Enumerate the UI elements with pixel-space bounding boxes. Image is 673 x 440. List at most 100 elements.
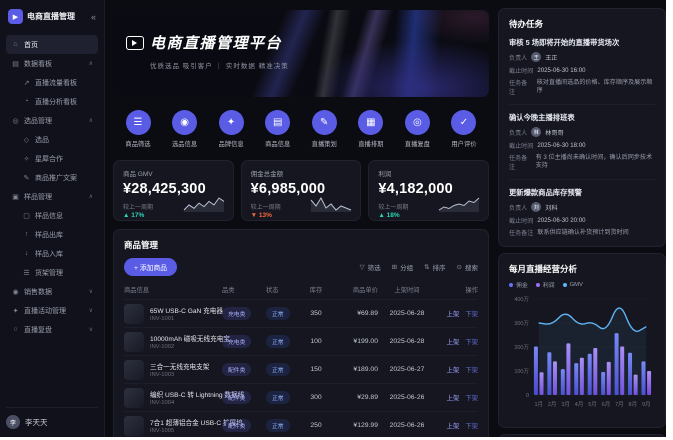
note-label: 任务备注: [509, 153, 532, 171]
sidebar-item-activity[interactable]: ✦直播活动管理∨: [6, 301, 98, 320]
quick-action-replay[interactable]: ◎直播复盘: [395, 110, 439, 148]
quick-action-brand[interactable]: ✦品牌信息: [209, 110, 253, 148]
task-note-row: 任务备注有 3 位主播尚未确认时间，确认后同步技术支持: [509, 153, 655, 171]
shelf-off-link[interactable]: 下架: [465, 367, 478, 374]
sidebar-item-home[interactable]: ⌂首页: [6, 35, 98, 54]
sidebar-item-shelf[interactable]: ☰ 货架管理: [6, 263, 98, 282]
shelf-icon: ☰: [22, 269, 31, 277]
clock-icon: ◔: [22, 98, 31, 105]
kpi-sparkline: [182, 195, 226, 213]
product-name-block: 三合一无线充电支架INV-1003: [150, 361, 209, 379]
status-cell: 正常: [266, 307, 302, 320]
stock-cell: 350: [302, 310, 330, 317]
shelf-off-link[interactable]: 下架: [465, 339, 478, 346]
toolbar-search-button[interactable]: ⊙搜索: [457, 262, 478, 272]
quick-action-plan[interactable]: ✎直播策划: [302, 110, 346, 148]
owner-label: 负责人: [509, 203, 527, 212]
legend-dot: [509, 283, 513, 287]
quick-action-schedule[interactable]: ▦直播排期: [349, 110, 393, 148]
task-title: 更新爆款商品库存预警: [509, 188, 655, 198]
note-value: 核对直播间选品的价格、库存顺序及展示顺序: [537, 79, 655, 94]
svg-text:7月: 7月: [615, 401, 624, 408]
svg-text:6月: 6月: [602, 401, 611, 408]
shelf-off-link[interactable]: 下架: [465, 423, 478, 430]
partner-icon: ✧: [22, 155, 31, 163]
quick-action-label: 直播复盘: [395, 139, 439, 148]
sidebar-item-select[interactable]: ◎选品管理∧: [6, 111, 98, 130]
category-badge: 充电类: [222, 335, 251, 348]
quick-action-product[interactable]: ▤商品信息: [256, 110, 300, 148]
sidebar-item-label: 选品管理: [24, 116, 52, 126]
sidebar-item-clock[interactable]: ◔直播分析看板: [6, 92, 98, 111]
monthly-chart: 0100万200万300万400万1月2月3月4月5月6月7月8月9月: [509, 291, 655, 413]
collapse-sidebar-button[interactable]: «: [91, 12, 96, 22]
kpi-change: ▲ 17%: [123, 212, 224, 219]
sidebar-item-replay[interactable]: ○直播复盘∨: [6, 320, 98, 339]
toolbar-filter-button[interactable]: ▽筛选: [360, 262, 381, 272]
qa-select-icon: ◉: [172, 110, 197, 135]
add-product-button[interactable]: + 添加商品: [124, 258, 177, 276]
product-name: 三合一无线充电支架: [150, 361, 209, 371]
deadline-value: 2025-06-30 20:00: [537, 217, 585, 224]
owner-label: 负责人: [509, 128, 527, 137]
sidebar-item-out[interactable]: ↑样品出库: [6, 225, 98, 244]
sidebar-item-label: 商品推广文案: [35, 173, 77, 183]
product-name: 10000mAh 磁吸无线充电宝: [150, 333, 230, 343]
quick-action-select[interactable]: ◉选品信息: [163, 110, 207, 148]
kpi-cards: 商品 GMV¥28,425,300较上一周期▲ 17%佣金总金额¥6,985,0…: [113, 160, 489, 221]
app-window: ▶ 电商直播管理 « ⌂首页▤数据看板∧↗直播流量看板◔直播分析看板◎选品管理∧…: [0, 0, 666, 437]
shelf-on-link[interactable]: 上架: [446, 423, 459, 430]
sidebar-item-trend[interactable]: ↗直播流量看板: [6, 73, 98, 92]
status-cell: 正常: [266, 363, 302, 376]
toolbar-sort-button[interactable]: ⇅排序: [424, 262, 445, 272]
product-thumbnail: [124, 304, 144, 324]
note-value: 联系供应链确认补货预计到货时间: [537, 229, 628, 237]
product-thumbnail: [124, 332, 144, 352]
quick-action-review[interactable]: ✓用户评价: [442, 110, 486, 148]
filter-icon: ▽: [360, 263, 365, 271]
shelf-on-link[interactable]: 上架: [446, 311, 459, 318]
kpi-card: 商品 GMV¥28,425,300较上一周期▲ 17%: [113, 160, 234, 221]
sales-icon: ◉: [11, 288, 20, 296]
sidebar-item-tag[interactable]: ◇选品: [6, 130, 98, 149]
sidebar-item-dashboard[interactable]: ▤数据看板∧: [6, 54, 98, 73]
shelf-off-link[interactable]: 下架: [465, 311, 478, 318]
tag-icon: ◇: [22, 136, 31, 144]
status-badge: 正常: [266, 391, 290, 404]
stock-cell: 250: [302, 422, 330, 429]
chevron-down-icon: ∨: [89, 288, 93, 295]
banner-subtitle: 优质选品 吸引客户 ｜ 实时数据 精准决策: [150, 60, 489, 70]
shelf-off-link[interactable]: 下架: [465, 395, 478, 402]
sidebar-item-label: 样品管理: [24, 192, 52, 202]
category-cell: 充电类: [222, 307, 266, 320]
table-row: 编织 USB-C 转 Lightning 数据线INV-1004配件类正常300…: [124, 383, 478, 411]
sidebar-item-sales[interactable]: ◉销售数据∨: [6, 282, 98, 301]
sidebar-item-label: 货架管理: [35, 268, 63, 278]
category-cell: 配件类: [222, 391, 266, 404]
task-title: 确认今晚主播排班表: [509, 113, 655, 123]
sidebar-item-label: 直播复盘: [24, 325, 52, 335]
column-header: 品类: [222, 285, 266, 294]
product-cell: 三合一无线充电支架INV-1003: [124, 360, 222, 380]
toolbar-group-button[interactable]: ⊞分组: [392, 262, 413, 272]
user-name: 李天天: [25, 417, 48, 428]
sidebar-item-in[interactable]: ↓样品入库: [6, 244, 98, 263]
sidebar-item-partner[interactable]: ✧星犀合作: [6, 149, 98, 168]
shelf-on-link[interactable]: 上架: [446, 339, 459, 346]
sidebar-item-label: 直播流量看板: [35, 78, 77, 88]
sidebar-item-sample[interactable]: ▣样品管理∧: [6, 187, 98, 206]
product-cell: 编织 USB-C 转 Lightning 数据线INV-1004: [124, 388, 222, 408]
sidebar-nav: ⌂首页▤数据看板∧↗直播流量看板◔直播分析看板◎选品管理∧◇选品✧星犀合作✎商品…: [6, 35, 98, 407]
quick-action-filter[interactable]: ☰商品筛选: [116, 110, 160, 148]
sidebar-item-doc[interactable]: ✎商品推广文案: [6, 168, 98, 187]
shelf-on-link[interactable]: 上架: [446, 395, 459, 402]
app-title: 电商直播管理: [27, 11, 87, 22]
toolbar-label: 筛选: [368, 262, 381, 272]
owner-label: 负责人: [509, 53, 527, 62]
table-toolbar: ▽筛选 ⊞分组 ⇅排序 ⊙搜索: [360, 262, 478, 272]
shelf-on-link[interactable]: 上架: [446, 367, 459, 374]
main-content: 电商直播管理平台 优质选品 吸引客户 ｜ 实时数据 精准决策 ☰商品筛选◉选品信…: [105, 0, 493, 437]
user-profile[interactable]: 李 李天天: [6, 407, 98, 429]
svg-text:1月: 1月: [534, 401, 543, 408]
sidebar-item-info[interactable]: ▢样品信息: [6, 206, 98, 225]
